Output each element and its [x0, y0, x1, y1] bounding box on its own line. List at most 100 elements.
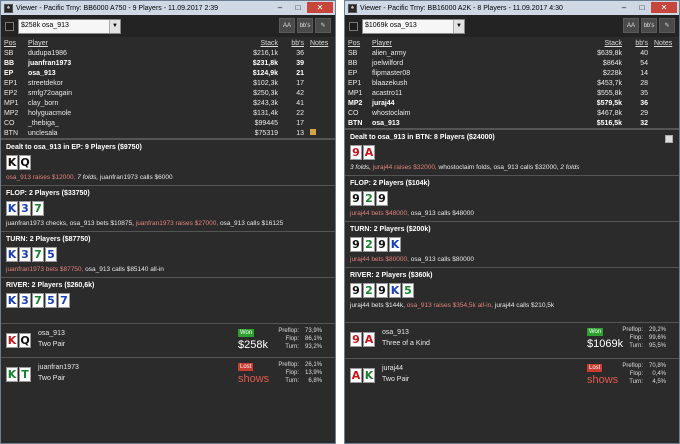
- player-row[interactable]: BB juanfran1973 $231,8k 39: [1, 58, 335, 68]
- player-name: joelwilford: [372, 59, 404, 67]
- header-player[interactable]: Player: [369, 39, 577, 48]
- player-row[interactable]: MP2 juraj44 $579,5k 36: [345, 98, 679, 108]
- preflop-call: juanfran1973 calls $6000: [98, 174, 173, 181]
- player-row[interactable]: EP flipmaster08 $228k 14: [345, 68, 679, 78]
- players-table: Pos Player Stack bb's Notes SB alien_army…: [345, 39, 679, 128]
- hand-selector[interactable]: $258k osa_913 ▼: [18, 18, 121, 34]
- select-checkbox[interactable]: [5, 21, 14, 31]
- chevron-down-icon[interactable]: ▼: [453, 19, 464, 33]
- player-notes[interactable]: [651, 78, 679, 88]
- player-notes[interactable]: [307, 108, 335, 118]
- minimize-button[interactable]: –: [271, 2, 289, 13]
- player-row[interactable]: CO _thebiga_ $99445 17: [1, 118, 335, 128]
- header-notes[interactable]: Notes: [651, 39, 679, 48]
- player-row[interactable]: SB dudupa1986 $216,1k 36: [1, 48, 335, 58]
- player-name: _thebiga_: [28, 119, 59, 127]
- player-row[interactable]: MP1 clay_born $243,3k 41: [1, 98, 335, 108]
- player-stack: $99445: [254, 119, 278, 127]
- player-stack: $467,8k: [597, 109, 622, 117]
- player-row[interactable]: BB joelwilford $864k 54: [345, 58, 679, 68]
- player-bbs: 41: [296, 99, 304, 107]
- playing-card: 2: [363, 283, 375, 298]
- preflop-raise: juraj44 raises $32000,: [370, 164, 437, 171]
- preflop-folds: 7 folds,: [75, 174, 99, 181]
- player-name: unclesala: [28, 129, 58, 137]
- player-stack: $579,5k: [596, 99, 622, 107]
- turn-action-1: juraj44 bets $80000,: [350, 256, 409, 263]
- edit-icon[interactable]: ✎: [659, 18, 675, 33]
- player-bbs: 40: [640, 49, 648, 57]
- player-row[interactable]: MP2 holyguacmole $131,4k 22: [1, 108, 335, 118]
- close-button[interactable]: ✕: [307, 2, 333, 13]
- player-notes[interactable]: [307, 88, 335, 98]
- player-notes[interactable]: [307, 98, 335, 108]
- header-stack[interactable]: Stack: [577, 39, 625, 48]
- player-row[interactable]: EP1 streetdekor $102,3k 17: [1, 78, 335, 88]
- player-row[interactable]: EP2 smfg72oagain $250,3k 42: [1, 88, 335, 98]
- player-name: whostoclaim: [372, 109, 411, 117]
- player-row[interactable]: CO whostoclaim $467,8k 29: [345, 108, 679, 118]
- note-icon[interactable]: [310, 129, 316, 135]
- player-notes[interactable]: [307, 78, 335, 88]
- playing-card: 9: [350, 191, 362, 206]
- player-row[interactable]: MP1 acastro11 $555,8k 35: [345, 88, 679, 98]
- bb-display-button[interactable]: bb's: [641, 18, 657, 33]
- player-notes[interactable]: [307, 58, 335, 68]
- hand-selector[interactable]: $1069k osa_913 ▼: [362, 18, 465, 34]
- close-button[interactable]: ✕: [651, 2, 677, 13]
- player-notes[interactable]: [651, 98, 679, 108]
- flop-action-2: juanfran1973 raises $27000,: [133, 220, 219, 227]
- card-style-button[interactable]: AA: [279, 18, 295, 33]
- playing-card: T: [19, 367, 31, 382]
- edit-icon[interactable]: ✎: [315, 18, 331, 33]
- header-stack[interactable]: Stack: [233, 39, 281, 48]
- player-notes[interactable]: [651, 88, 679, 98]
- header-player[interactable]: Player: [25, 39, 233, 48]
- player-notes[interactable]: [651, 58, 679, 68]
- turn-cards: 929K: [350, 237, 674, 252]
- player-row[interactable]: BTN unclesala $75319 13: [1, 128, 335, 138]
- player-notes[interactable]: [651, 48, 679, 58]
- notes-checkbox[interactable]: [665, 135, 673, 143]
- player-name: flipmaster08: [372, 69, 411, 77]
- player-notes[interactable]: [651, 68, 679, 78]
- player-notes[interactable]: [307, 48, 335, 58]
- player-notes[interactable]: [651, 108, 679, 118]
- playing-card: 7: [32, 247, 44, 262]
- result-row-loser: KT juanfran1973 Two Pair Lost shows Pref…: [1, 357, 335, 391]
- playing-card: K: [6, 201, 18, 216]
- loser-equity-stats: Preflop: 26,1% Flop: 13,9% Turn: 6,8%: [271, 361, 322, 385]
- flop-actions: juraj44 bets $48000, osa_913 calls $4800…: [350, 209, 674, 218]
- header-pos[interactable]: Pos: [1, 39, 25, 48]
- player-row[interactable]: SB alien_army $639,8k 40: [345, 48, 679, 58]
- card-style-button[interactable]: AA: [623, 18, 639, 33]
- header-pos[interactable]: Pos: [345, 39, 369, 48]
- playing-card: 3: [19, 247, 31, 262]
- stat-value: 29,2%: [648, 327, 666, 333]
- player-notes[interactable]: [307, 128, 335, 138]
- player-notes[interactable]: [651, 118, 679, 128]
- player-name: clay_born: [28, 99, 59, 107]
- stat-label: Flop:: [285, 370, 299, 376]
- playing-card: 2: [363, 191, 375, 206]
- loser-shows: shows: [587, 374, 619, 386]
- maximize-button[interactable]: □: [633, 2, 651, 13]
- player-row[interactable]: BTN osa_913 $516,5k 32: [345, 118, 679, 128]
- player-row[interactable]: EP1 blaazekush $453,7k 28: [345, 78, 679, 88]
- turn-section: TURN: 2 Players ($200k) 929K juraj44 bet…: [345, 221, 679, 267]
- player-notes[interactable]: [307, 68, 335, 78]
- header-bbs[interactable]: bb's: [281, 39, 307, 48]
- maximize-button[interactable]: □: [289, 2, 307, 13]
- river-header: RIVER: 2 Players ($360k): [350, 272, 433, 279]
- header-bbs[interactable]: bb's: [625, 39, 651, 48]
- preflop-header: Dealt to osa_913 in BTN: 8 Players ($240…: [350, 134, 495, 141]
- header-notes[interactable]: Notes: [307, 39, 335, 48]
- bb-display-button[interactable]: bb's: [297, 18, 313, 33]
- player-notes[interactable]: [307, 118, 335, 128]
- select-checkbox[interactable]: [349, 21, 358, 31]
- river-cards: 929K5: [350, 283, 674, 298]
- chevron-down-icon[interactable]: ▼: [109, 19, 120, 33]
- stat-value: 86,1%: [304, 336, 322, 342]
- minimize-button[interactable]: –: [615, 2, 633, 13]
- player-row[interactable]: EP osa_913 $124,9k 21: [1, 68, 335, 78]
